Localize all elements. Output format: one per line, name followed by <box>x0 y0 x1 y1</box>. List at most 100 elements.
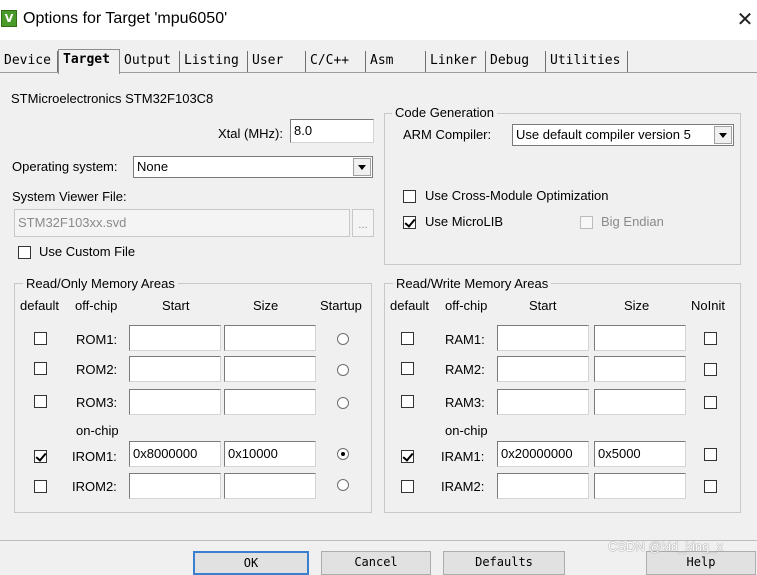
help-button[interactable]: Help <box>646 551 756 575</box>
rom1-default-checkbox[interactable] <box>34 332 47 345</box>
big-endian-checkbox[interactable] <box>580 216 593 229</box>
tab-debug[interactable]: Debug <box>486 51 546 73</box>
ram2-start-input[interactable] <box>497 356 589 382</box>
ram3-default-checkbox[interactable] <box>401 395 414 408</box>
ro-onchip-label: on-chip <box>76 423 119 438</box>
irom2-label: IROM2: <box>72 479 117 494</box>
iram1-label: IRAM1: <box>441 449 485 464</box>
code-generation-title: Code Generation <box>392 105 498 120</box>
tab-user[interactable]: User <box>248 51 306 73</box>
rw-header-size: Size <box>624 298 650 313</box>
iram2-noinit-checkbox[interactable] <box>704 480 717 493</box>
rom3-label: ROM3: <box>76 395 118 410</box>
ram1-label: RAM1: <box>445 332 485 347</box>
rom3-start-input[interactable] <box>129 389 221 415</box>
rw-header-noinit: NoInit <box>691 298 725 313</box>
os-select[interactable]: None <box>133 156 373 178</box>
tab-utilities[interactable]: Utilities <box>546 51 628 73</box>
tab-output[interactable]: Output <box>120 51 180 73</box>
os-label: Operating system: <box>12 159 118 174</box>
rom2-label: ROM2: <box>76 362 118 377</box>
tab-listing[interactable]: Listing <box>180 51 248 73</box>
tab-c-cpp[interactable]: C/C++ <box>306 51 366 73</box>
iram1-default-checkbox[interactable] <box>401 450 414 463</box>
window-title: Options for Target 'mpu6050' <box>23 10 228 27</box>
big-endian-label: Big Endian <box>601 214 664 229</box>
rom3-default-checkbox[interactable] <box>34 395 47 408</box>
irom1-label: IROM1: <box>72 449 117 464</box>
ram2-noinit-checkbox[interactable] <box>704 363 717 376</box>
use-custom-file-checkbox[interactable] <box>18 246 31 259</box>
rw-onchip-label: on-chip <box>445 423 488 438</box>
ram1-start-input[interactable] <box>497 325 589 351</box>
xtal-label: Xtal (MHz): <box>218 126 283 141</box>
iram2-label: IRAM2: <box>441 479 485 494</box>
ram1-default-checkbox[interactable] <box>401 332 414 345</box>
xtal-input[interactable]: 8.0 <box>290 119 374 143</box>
tab-asm[interactable]: Asm <box>366 51 426 73</box>
iram1-noinit-checkbox[interactable] <box>704 448 717 461</box>
rom2-start-input[interactable] <box>129 356 221 382</box>
irom2-startup-radio[interactable] <box>337 479 349 491</box>
rom2-startup-radio[interactable] <box>337 364 349 376</box>
ram3-start-input[interactable] <box>497 389 589 415</box>
ram2-size-input[interactable] <box>594 356 686 382</box>
device-name: STMicroelectronics STM32F103C8 <box>11 91 214 106</box>
irom2-default-checkbox[interactable] <box>34 480 47 493</box>
irom1-start-input[interactable]: 0x8000000 <box>129 441 221 467</box>
rom1-start-input[interactable] <box>129 325 221 351</box>
irom1-startup-radio[interactable] <box>337 448 349 460</box>
rw-header-offchip: off-chip <box>445 298 488 313</box>
arm-compiler-label: ARM Compiler: <box>403 127 492 142</box>
ram3-noinit-checkbox[interactable] <box>704 396 717 409</box>
rom1-startup-radio[interactable] <box>337 333 349 345</box>
watermark-text: CSDN @kid_king_x <box>608 539 724 554</box>
tab-device[interactable]: Device <box>0 51 58 73</box>
rom2-default-checkbox[interactable] <box>34 362 47 375</box>
use-custom-file-label: Use Custom File <box>39 244 136 259</box>
defaults-button[interactable]: Defaults <box>443 551 565 575</box>
iram2-start-input[interactable] <box>497 473 589 499</box>
rw-memory-title: Read/Write Memory Areas <box>393 276 552 291</box>
iram2-size-input[interactable] <box>594 473 686 499</box>
svd-browse-button[interactable]: ... <box>352 209 374 237</box>
tab-target[interactable]: Target <box>58 49 120 74</box>
rom1-size-input[interactable] <box>224 325 316 351</box>
ram2-label: RAM2: <box>445 362 485 377</box>
ro-header-offchip: off-chip <box>75 298 118 313</box>
cross-module-checkbox[interactable] <box>403 190 416 203</box>
os-select-value: None <box>137 159 169 174</box>
ram3-label: RAM3: <box>445 395 485 410</box>
arm-compiler-value: Use default compiler version 5 <box>516 127 691 142</box>
uvision-app-icon: V <box>1 10 17 27</box>
rom3-size-input[interactable] <box>224 389 316 415</box>
iram1-size-input[interactable]: 0x5000 <box>594 441 686 467</box>
rw-header-default: default <box>390 298 430 313</box>
irom1-default-checkbox[interactable] <box>34 450 47 463</box>
arm-compiler-select[interactable]: Use default compiler version 5 <box>512 124 734 146</box>
iram2-default-checkbox[interactable] <box>401 480 414 493</box>
tab-linker[interactable]: Linker <box>426 51 486 73</box>
iram1-start-input[interactable]: 0x20000000 <box>497 441 589 467</box>
svd-file-field[interactable]: STM32F103xx.svd <box>14 209 350 237</box>
svd-label: System Viewer File: <box>12 189 127 204</box>
ok-button[interactable]: OK <box>193 551 309 575</box>
rw-header-start: Start <box>529 298 557 313</box>
ram1-size-input[interactable] <box>594 325 686 351</box>
irom2-size-input[interactable] <box>224 473 316 499</box>
rom2-size-input[interactable] <box>224 356 316 382</box>
ro-header-default: default <box>20 298 60 313</box>
irom2-start-input[interactable] <box>129 473 221 499</box>
close-icon[interactable]: ✕ <box>733 6 757 32</box>
ram2-default-checkbox[interactable] <box>401 362 414 375</box>
chevron-down-icon[interactable] <box>714 126 732 144</box>
title-bar: V Options for Target 'mpu6050' ✕ <box>0 0 757 40</box>
ro-header-startup: Startup <box>320 298 362 313</box>
rom3-startup-radio[interactable] <box>337 397 349 409</box>
irom1-size-input[interactable]: 0x10000 <box>224 441 316 467</box>
ram3-size-input[interactable] <box>594 389 686 415</box>
ram1-noinit-checkbox[interactable] <box>704 332 717 345</box>
microlib-checkbox[interactable] <box>403 216 416 229</box>
chevron-down-icon[interactable] <box>353 158 371 176</box>
cancel-button[interactable]: Cancel <box>321 551 431 575</box>
